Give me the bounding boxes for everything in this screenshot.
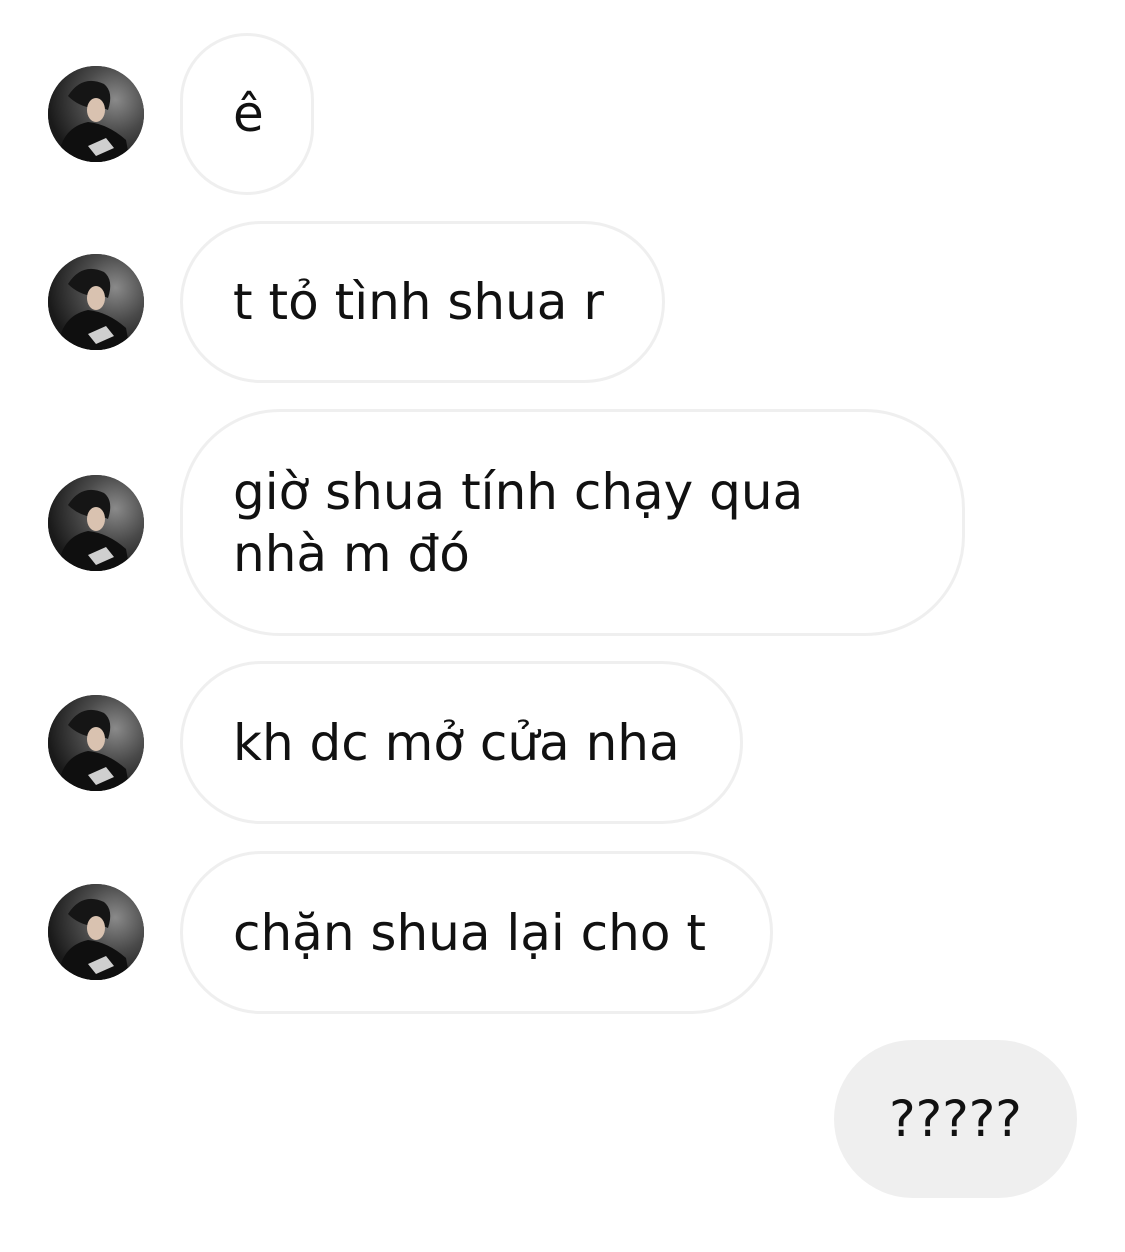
message-text: t tỏ tình shua r [233, 273, 604, 331]
profile-photo-icon [48, 254, 144, 350]
incoming-message-bubble[interactable]: kh dc mở cửa nha [180, 661, 743, 824]
profile-photo-icon [48, 66, 144, 162]
message-text: ????? [889, 1090, 1022, 1148]
outgoing-message-bubble[interactable]: ????? [834, 1040, 1077, 1198]
incoming-message-bubble[interactable]: ê [180, 33, 314, 195]
message-text: kh dc mở cửa nha [233, 713, 680, 772]
profile-photo-icon [48, 475, 144, 571]
avatar[interactable] [48, 66, 144, 162]
incoming-message-bubble[interactable]: giờ shua tính chạy qua nhà m đó [180, 409, 965, 636]
avatar[interactable] [48, 884, 144, 980]
message-text: giờ shua tính chạy qua nhà m đó [233, 462, 804, 583]
incoming-message-bubble[interactable]: chặn shua lại cho t [180, 851, 773, 1014]
message-text: ê [233, 85, 264, 143]
avatar[interactable] [48, 475, 144, 571]
avatar[interactable] [48, 254, 144, 350]
profile-photo-icon [48, 695, 144, 791]
incoming-message-bubble[interactable]: t tỏ tình shua r [180, 221, 665, 383]
avatar[interactable] [48, 695, 144, 791]
profile-photo-icon [48, 884, 144, 980]
message-text: chặn shua lại cho t [233, 903, 706, 962]
